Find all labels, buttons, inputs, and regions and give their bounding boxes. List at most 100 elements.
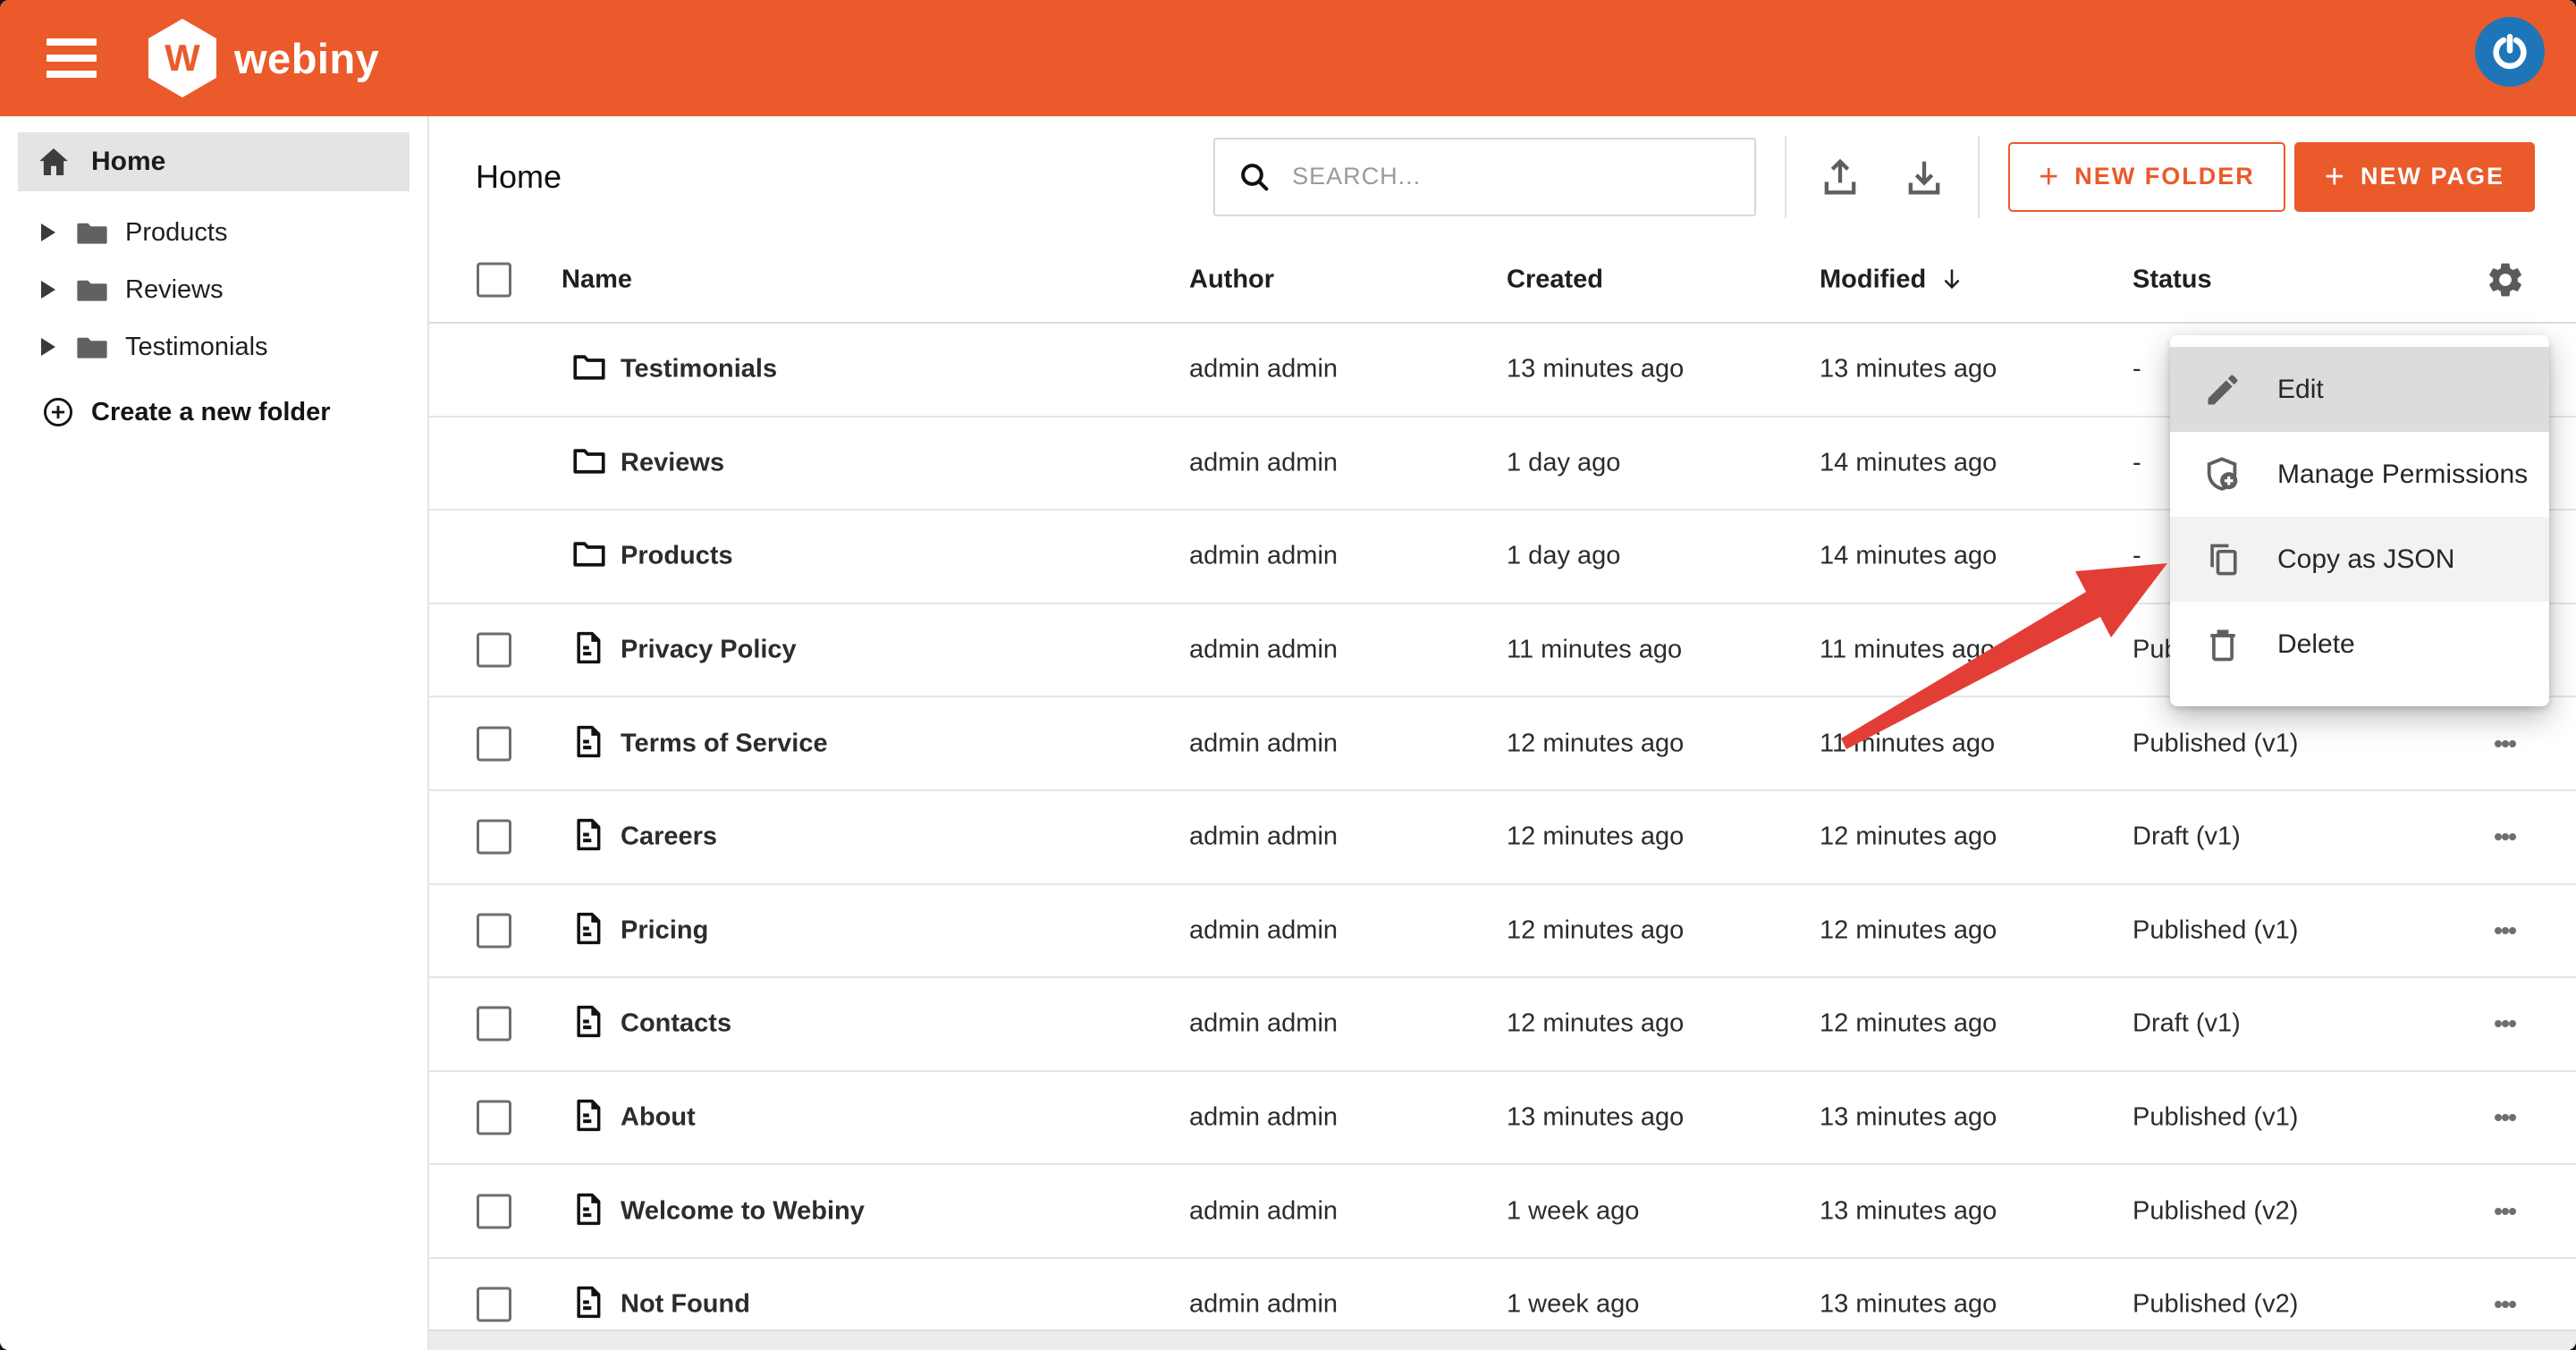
row-modified: 11 minutes ago: [1820, 729, 1995, 758]
context-menu-item-copy-as-json[interactable]: Copy as JSON: [2170, 517, 2549, 602]
context-menu-item-delete[interactable]: Delete: [2170, 602, 2549, 687]
row-actions-kebab-button[interactable]: [2484, 1283, 2527, 1326]
folder-icon: [570, 536, 608, 578]
context-menu-item-manage-permissions[interactable]: Manage Permissions: [2170, 432, 2549, 517]
row-actions-kebab-button[interactable]: [2484, 909, 2527, 952]
row-status: -: [2133, 448, 2141, 477]
webiny-wordmark: webiny: [234, 34, 379, 83]
page-title: Home: [476, 158, 562, 196]
row-created: 1 week ago: [1507, 1290, 1639, 1320]
row-name: Not Found: [621, 1290, 750, 1320]
new-page-button-label: NEW PAGE: [2361, 163, 2504, 190]
row-actions-kebab-button[interactable]: [2484, 1190, 2527, 1233]
row-created: 12 minutes ago: [1507, 915, 1684, 945]
row-status: Published (v2): [2133, 1196, 2298, 1226]
row-checkbox[interactable]: [477, 1007, 511, 1042]
main-content: Home + NEW FOLDER +: [429, 116, 2576, 1350]
app-window: W webiny Home Products Reviews Testimoni…: [0, 0, 2576, 1350]
toolbar-controls: + NEW FOLDER + NEW PAGE: [1213, 116, 2535, 237]
sidebar-item-home[interactable]: Home: [18, 132, 410, 191]
row-checkbox[interactable]: [477, 633, 511, 668]
table-row[interactable]: Welcome to Webiny admin admin 1 week ago…: [429, 1165, 2576, 1259]
copy-icon: [2202, 540, 2243, 579]
chevron-right-icon[interactable]: [41, 224, 55, 241]
row-author: admin admin: [1189, 823, 1338, 852]
user-avatar[interactable]: [2475, 17, 2545, 87]
gravatar-power-icon: [2489, 31, 2530, 72]
row-checkbox[interactable]: [477, 1287, 511, 1322]
row-context-menu: Edit Manage Permissions Copy as JSON Del…: [2170, 335, 2549, 706]
row-modified: 13 minutes ago: [1820, 1196, 1997, 1226]
sidebar: Home Products Reviews Testimonials Creat…: [0, 116, 429, 1350]
row-author: admin admin: [1189, 1103, 1338, 1133]
row-author: admin admin: [1189, 355, 1338, 384]
column-header-created[interactable]: Created: [1507, 265, 1603, 294]
row-status: Published (v1): [2133, 915, 2298, 945]
row-name: Products: [621, 542, 733, 571]
row-name: Terms of Service: [621, 729, 828, 758]
table-row[interactable]: Terms of Service admin admin 12 minutes …: [429, 697, 2576, 791]
row-actions-kebab-button[interactable]: [2484, 722, 2527, 765]
home-icon: [36, 144, 72, 180]
new-folder-button[interactable]: + NEW FOLDER: [2008, 142, 2285, 212]
table-header: Name Author Created Modified Status: [429, 237, 2576, 324]
row-modified: 12 minutes ago: [1820, 1009, 1997, 1039]
row-modified: 13 minutes ago: [1820, 355, 1997, 384]
row-author: admin admin: [1189, 542, 1338, 571]
table-settings-button[interactable]: [2484, 258, 2527, 301]
download-icon: [1901, 154, 1947, 200]
row-checkbox[interactable]: [477, 1194, 511, 1228]
row-checkbox[interactable]: [477, 1101, 511, 1135]
sidebar-item-reviews[interactable]: Reviews: [0, 261, 427, 318]
row-checkbox[interactable]: [477, 726, 511, 761]
table-row[interactable]: Contacts admin admin 12 minutes ago 12 m…: [429, 978, 2576, 1072]
row-author: admin admin: [1189, 448, 1338, 477]
new-page-button[interactable]: + NEW PAGE: [2294, 142, 2535, 212]
folder-icon: [75, 215, 109, 249]
row-actions-kebab-button[interactable]: [2484, 815, 2527, 858]
row-author: admin admin: [1189, 915, 1338, 945]
document-icon: [570, 1285, 606, 1325]
table-row[interactable]: Pricing admin admin 12 minutes ago 12 mi…: [429, 885, 2576, 979]
column-header-author[interactable]: Author: [1189, 265, 1274, 294]
gear-icon: [2485, 259, 2526, 300]
import-upload-button[interactable]: [1815, 152, 1865, 202]
row-checkbox[interactable]: [477, 913, 511, 948]
search-box: [1213, 138, 1756, 216]
pencil-icon: [2202, 370, 2243, 409]
table-row[interactable]: Careers admin admin 12 minutes ago 12 mi…: [429, 791, 2576, 885]
row-name: Pricing: [621, 915, 708, 945]
column-header-status[interactable]: Status: [2133, 265, 2212, 294]
row-name: Testimonials: [621, 355, 777, 384]
row-status: Published (v1): [2133, 729, 2298, 758]
row-author: admin admin: [1189, 636, 1338, 665]
row-modified: 13 minutes ago: [1820, 1290, 1997, 1320]
select-all-checkbox[interactable]: [477, 262, 511, 297]
row-created: 1 day ago: [1507, 448, 1620, 477]
context-menu-item-label: Edit: [2277, 375, 2324, 405]
row-status: -: [2133, 542, 2141, 571]
sidebar-item-products[interactable]: Products: [0, 204, 427, 261]
chevron-right-icon[interactable]: [41, 338, 55, 356]
row-actions-kebab-button[interactable]: [2484, 1002, 2527, 1045]
search-input[interactable]: [1290, 162, 1723, 191]
sidebar-item-testimonials[interactable]: Testimonials: [0, 318, 427, 375]
document-icon: [570, 723, 606, 764]
create-new-folder-link[interactable]: Create a new folder: [0, 395, 427, 429]
create-new-folder-label: Create a new folder: [91, 398, 331, 427]
row-author: admin admin: [1189, 1196, 1338, 1226]
chevron-right-icon[interactable]: [41, 281, 55, 299]
row-actions-kebab-button[interactable]: [2484, 1096, 2527, 1139]
row-name: About: [621, 1103, 696, 1133]
folder-icon: [75, 273, 109, 307]
top-bar: W webiny: [0, 0, 2576, 116]
row-checkbox[interactable]: [477, 820, 511, 855]
row-created: 1 day ago: [1507, 542, 1620, 571]
context-menu-item-edit[interactable]: Edit: [2170, 347, 2549, 432]
table-row[interactable]: About admin admin 13 minutes ago 13 minu…: [429, 1072, 2576, 1166]
row-created: 12 minutes ago: [1507, 823, 1684, 852]
hamburger-menu-icon[interactable]: [46, 38, 97, 78]
column-header-modified[interactable]: Modified: [1820, 265, 1965, 294]
column-header-name[interactable]: Name: [562, 265, 632, 294]
export-download-button[interactable]: [1899, 152, 1949, 202]
